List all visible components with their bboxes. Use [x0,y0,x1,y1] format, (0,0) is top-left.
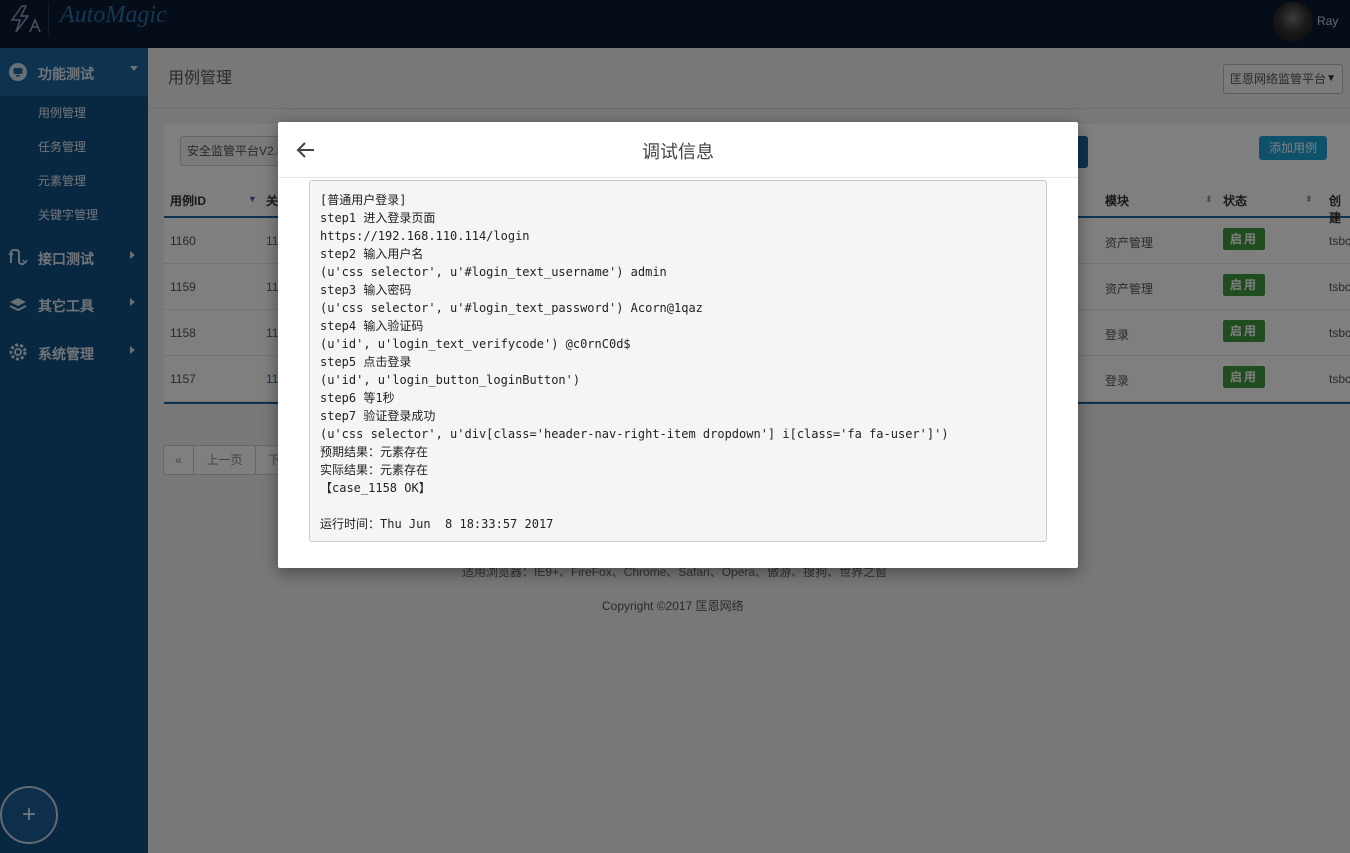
debug-info-dialog: 调试信息 [普通用户登录] step1 进入登录页面 https://192.1… [278,122,1078,568]
log-line: step7 验证登录成功 [320,409,436,423]
log-line: (u'css selector', u'#login_text_username… [320,265,667,279]
log-line: 【case_1158 OK】 [320,481,431,495]
log-line: (u'css selector', u'#login_text_password… [320,301,703,315]
debug-log-output: [普通用户登录] step1 进入登录页面 https://192.168.11… [309,180,1047,542]
log-line: step4 输入验证码 [320,319,424,333]
log-line: step5 点击登录 [320,355,412,369]
log-line: step1 进入登录页面 [320,211,436,225]
log-line: (u'id', u'login_text_verifycode') @c0rnC… [320,337,631,351]
log-line: (u'css selector', u'div[class='header-na… [320,427,949,441]
log-line: 实际结果：元素存在 [320,463,429,477]
log-line: step3 输入密码 [320,283,412,297]
log-line: 运行时间：Thu Jun 8 18:33:57 2017 [320,517,554,531]
dialog-header: 调试信息 [278,122,1078,178]
log-line: step2 输入用户名 [320,247,424,261]
log-line: step6 等1秒 [320,391,395,405]
log-line: [普通用户登录] [320,193,407,207]
log-line: (u'id', u'login_button_loginButton') [320,373,581,387]
log-line: https://192.168.110.114/login [320,229,530,243]
dialog-title: 调试信息 [642,142,714,162]
log-line: 预期结果：元素存在 [320,445,429,459]
